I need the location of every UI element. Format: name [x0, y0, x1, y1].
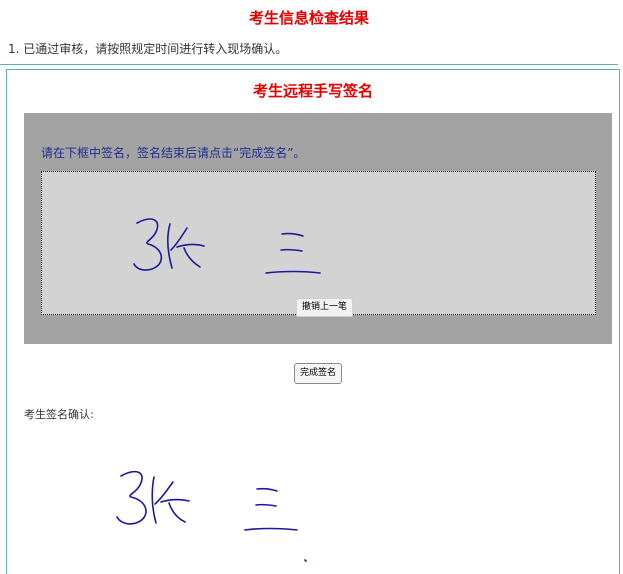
signature-stroke [280, 248, 303, 252]
signature-strokes [133, 218, 321, 274]
signature-panel: 考生远程手写签名 请在下框中签名，签名结束后请点击“完成签名”。 撤销上一笔 完… [6, 69, 620, 574]
signature-title: 考生远程手写签名 [252, 82, 373, 100]
preview-stroke [256, 487, 278, 492]
signature-canvas[interactable]: 撤销上一笔 [41, 171, 596, 317]
signature-stroke [176, 243, 205, 248]
signature-confirm-label: 考生签名确认: [24, 408, 94, 421]
finish-signature-button[interactable]: 完成签名 [294, 363, 343, 384]
check-result-panel: 考生信息检查结果 1. 已通过审核，请按照规定时间进行转入现场确认。 [0, 0, 618, 65]
signature-stroke [265, 270, 321, 274]
preview-stroke [160, 498, 190, 503]
signature-area: 请在下框中签名，签名结束后请点击“完成签名”。 撤销上一笔 [24, 113, 612, 344]
signature-stroke [133, 218, 163, 271]
preview-stroke [244, 527, 298, 531]
preview-stroke [168, 502, 186, 523]
preview-stroke [116, 470, 147, 525]
signature-stroke [167, 223, 173, 269]
preview-stroke [151, 476, 157, 524]
signature-stroke [281, 232, 304, 237]
signature-instruction: 请在下框中签名，签名结束后请点击“完成签名”。 [41, 146, 306, 160]
preview-stroke [304, 559, 307, 562]
undo-last-stroke-button[interactable]: 撤销上一笔 [296, 298, 354, 317]
check-result-title: 考生信息检查结果 [248, 9, 369, 27]
check-result-notice: 1. 已通过审核，请按照规定时间进行转入现场确认。 [8, 42, 288, 56]
signature-stroke [183, 247, 201, 268]
preview-stroke [255, 503, 277, 507]
signature-preview-image [116, 470, 307, 562]
